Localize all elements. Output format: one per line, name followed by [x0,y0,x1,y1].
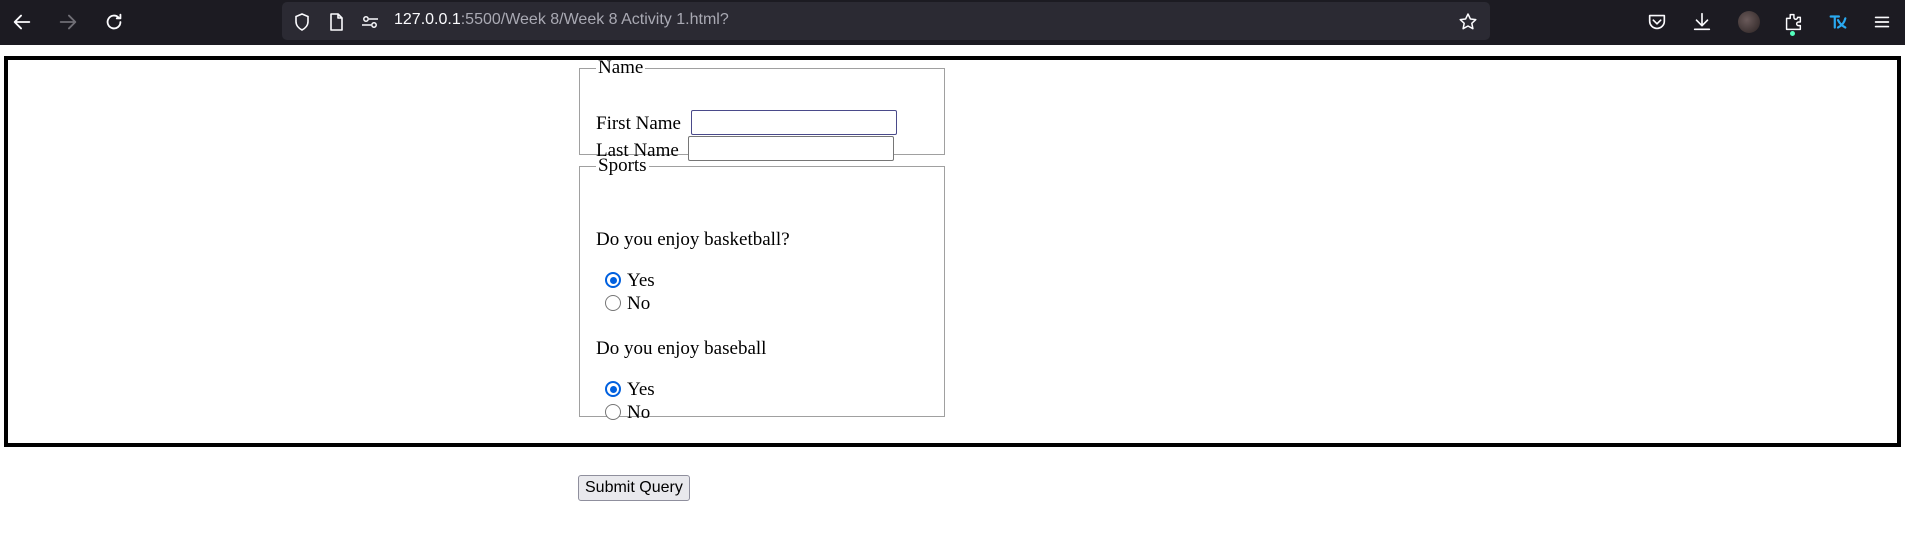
sports-fieldset: Sports Do you enjoy basketball? Yes No D… [579,155,945,423]
browser-toolbar: 127.0.0.1:5500/Week 8/Week 8 Activity 1.… [0,0,1905,45]
basketball-question: Do you enjoy basketball? [596,229,790,250]
url-path: :5500/Week 8/Week 8 Activity 1.html? [460,11,729,28]
pocket-icon[interactable] [1643,8,1671,36]
baseball-no-radio[interactable] [605,404,621,420]
account-avatar[interactable] [1738,11,1760,33]
page-icon[interactable] [326,12,346,32]
first-name-input[interactable] [691,110,897,135]
baseball-no-label[interactable]: No [627,402,650,424]
name-fieldset: Name First Name Last Name [579,57,945,161]
url-host: 127.0.0.1 [394,11,461,28]
sports-legend: Sports [598,155,647,176]
baseball-yes-label[interactable]: Yes [627,379,655,401]
url-text[interactable]: 127.0.0.1:5500/Week 8/Week 8 Activity 1.… [394,11,729,29]
basketball-no-label[interactable]: No [627,293,650,315]
extension-badge [1790,31,1795,36]
translate-extension-icon[interactable] [1824,8,1852,36]
downloads-icon[interactable] [1688,8,1716,36]
forward-arrow-icon[interactable] [54,8,82,36]
reload-icon[interactable] [100,8,128,36]
basketball-yes-radio[interactable] [605,272,621,288]
basketball-yes-label[interactable]: Yes [627,270,655,292]
baseball-question: Do you enjoy baseball [596,338,767,359]
shield-icon[interactable] [292,12,312,32]
permissions-icon[interactable] [360,12,380,32]
menu-hamburger-icon[interactable] [1868,8,1896,36]
back-arrow-icon[interactable] [8,8,36,36]
bookmark-star-icon[interactable] [1458,12,1478,32]
submit-button[interactable]: Submit Query [578,475,690,501]
basketball-no-radio[interactable] [605,295,621,311]
name-legend: Name [598,57,644,78]
baseball-yes-radio[interactable] [605,381,621,397]
first-name-label: First Name [596,113,681,134]
page-container [4,56,1901,447]
address-bar[interactable]: 127.0.0.1:5500/Week 8/Week 8 Activity 1.… [282,2,1490,40]
